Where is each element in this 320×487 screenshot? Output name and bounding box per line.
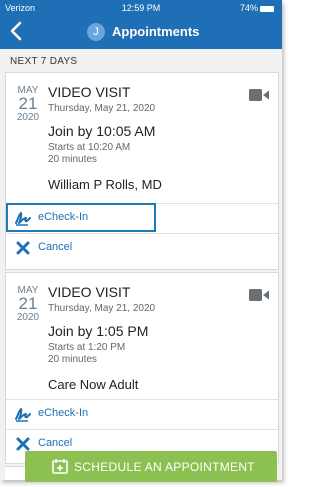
duration: 20 minutes xyxy=(48,154,97,165)
status-bar: Verizon 12:59 PM 74% xyxy=(0,2,282,16)
highlight-box xyxy=(6,203,156,232)
chevron-left-icon xyxy=(10,21,22,41)
page-title: Appointments xyxy=(112,24,200,39)
avatar[interactable]: J xyxy=(87,23,105,41)
cancel-label: Cancel xyxy=(38,241,73,253)
join-time: Join by 10:05 AM xyxy=(48,123,156,139)
start-time: Starts at 10:20 AM xyxy=(48,142,131,153)
provider-name: William P Rolls, MD xyxy=(48,177,162,192)
app-header: Verizon 12:59 PM 74% J Appointments xyxy=(0,0,282,49)
visit-date: Thursday, May 21, 2020 xyxy=(48,303,156,314)
section-heading: NEXT 7 DAYS xyxy=(10,56,78,67)
date-day: 21 xyxy=(18,294,38,313)
duration: 20 minutes xyxy=(48,354,97,365)
battery-indicator: 74% xyxy=(240,3,274,13)
visit-type: VIDEO VISIT xyxy=(48,284,131,300)
battery-icon xyxy=(260,5,274,12)
close-icon xyxy=(16,241,30,255)
back-button[interactable] xyxy=(6,20,28,42)
calendar-plus-icon xyxy=(52,458,68,474)
battery-percent: 74% xyxy=(239,3,258,13)
date-year: 2020 xyxy=(16,112,40,123)
signature-icon xyxy=(15,408,31,422)
appointment-card[interactable]: MAY 21 2020 VIDEO VISIT Thursday, May 21… xyxy=(5,272,279,464)
date-block: MAY 21 2020 xyxy=(14,85,42,123)
schedule-appointment-button[interactable]: SCHEDULE AN APPOINTMENT xyxy=(25,451,277,482)
video-camera-icon xyxy=(249,89,269,101)
echeckin-button[interactable]: eCheck-In xyxy=(6,400,278,428)
phone-screen: Verizon 12:59 PM 74% J Appointments NEXT… xyxy=(0,0,282,480)
visit-date: Thursday, May 21, 2020 xyxy=(48,103,156,114)
cancel-button[interactable]: Cancel xyxy=(6,234,278,262)
provider-name: Care Now Adult xyxy=(48,377,139,392)
schedule-appointment-label: SCHEDULE AN APPOINTMENT xyxy=(74,460,255,474)
date-block: MAY 21 2020 xyxy=(14,285,42,323)
video-camera-icon xyxy=(249,289,269,301)
appointment-card[interactable]: MAY 21 2020 VIDEO VISIT Thursday, May 21… xyxy=(5,72,279,270)
start-time: Starts at 1:20 PM xyxy=(48,342,126,353)
date-day: 21 xyxy=(18,94,38,113)
cancel-label: Cancel xyxy=(38,437,73,449)
visit-type: VIDEO VISIT xyxy=(48,84,131,100)
echeckin-label: eCheck-In xyxy=(38,407,89,419)
date-year: 2020 xyxy=(16,312,40,323)
join-time: Join by 1:05 PM xyxy=(48,323,149,339)
